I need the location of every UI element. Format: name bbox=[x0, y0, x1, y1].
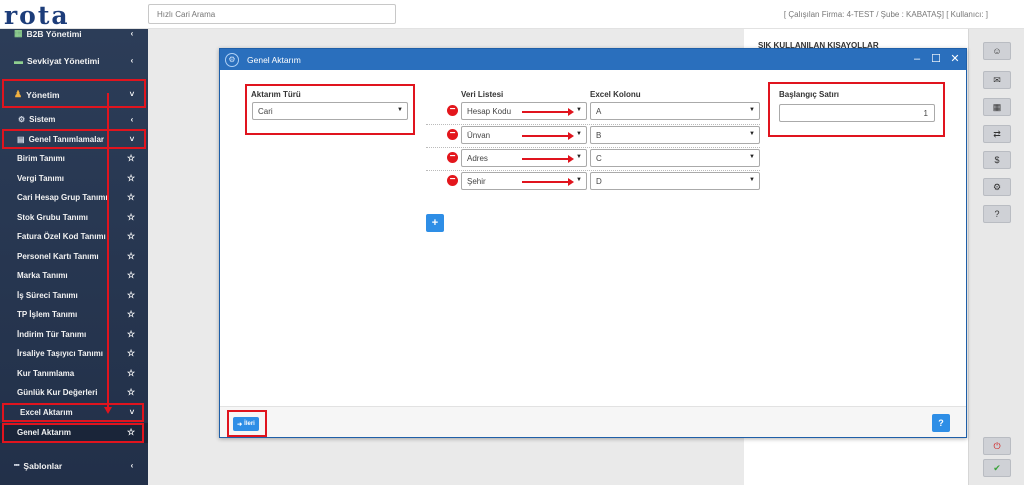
close-icon[interactable]: ✕ bbox=[948, 52, 962, 66]
minimize-icon[interactable]: – bbox=[910, 52, 924, 66]
gear-icon: ⚙ bbox=[18, 115, 26, 125]
excel-kolonu-select[interactable]: B ▼ bbox=[590, 126, 760, 144]
genel-aktarim-dialog: ⚙ Genel Aktarım – ☐ ✕ Aktarım Türü Cari … bbox=[219, 48, 967, 438]
sidebar: ▦ B2B Yönetimi ‹ ▬ Sevkiyat Yönetimi ‹ ♟… bbox=[0, 29, 148, 485]
star-icon[interactable]: ☆ bbox=[124, 192, 138, 203]
help-button[interactable]: ? bbox=[932, 414, 950, 432]
sidebar-item-sistem[interactable]: ⚙ Sistem ‹ bbox=[0, 110, 148, 130]
star-icon[interactable]: ☆ bbox=[124, 212, 138, 223]
sidebar-list-item[interactable]: TP İşlem Tanımı ☆ bbox=[0, 305, 148, 325]
check-icon[interactable]: ✔ bbox=[983, 459, 1011, 477]
sidebar-item-sevkiyat[interactable]: ▬ Sevkiyat Yönetimi ‹ bbox=[0, 51, 148, 71]
truck-icon: ▬ bbox=[14, 55, 23, 66]
highlight-excel-aktarim bbox=[2, 403, 144, 422]
chevron-left-icon: ‹ bbox=[130, 461, 134, 471]
caret-down-icon: ▼ bbox=[576, 154, 582, 160]
excel-kolonu-select[interactable]: D ▼ bbox=[590, 172, 760, 190]
dialog-header: ⚙ Genel Aktarım – ☐ ✕ bbox=[220, 49, 966, 70]
flow-arrow-line bbox=[107, 93, 109, 409]
remove-row-icon[interactable]: − bbox=[447, 105, 458, 116]
caret-down-icon: ▼ bbox=[749, 154, 755, 160]
sidebar-list-item[interactable]: Fatura Özel Kod Tanımı ☆ bbox=[0, 227, 148, 247]
caret-down-icon: ▼ bbox=[576, 131, 582, 137]
chevron-left-icon: ‹ bbox=[130, 29, 134, 39]
sidebar-list-item[interactable]: Günlük Kur Değerleri ☆ bbox=[0, 383, 148, 403]
sidebar-list-item[interactable]: İndirim Tür Tanımı ☆ bbox=[0, 325, 148, 345]
caret-down-icon: ▼ bbox=[749, 107, 755, 113]
highlight-baslangic-satiri bbox=[768, 82, 945, 137]
remove-row-icon[interactable]: − bbox=[447, 152, 458, 163]
excel-kolonu-label: Excel Kolonu bbox=[590, 90, 641, 99]
sidebar-list-item[interactable]: İrsaliye Taşıyıcı Tanımı ☆ bbox=[0, 344, 148, 364]
help-icon[interactable]: ? bbox=[983, 205, 1011, 223]
dollar-icon[interactable]: $ bbox=[983, 151, 1011, 169]
caret-down-icon: ▼ bbox=[749, 177, 755, 183]
b2b-icon: ▦ bbox=[14, 29, 23, 39]
sidebar-list-item[interactable]: Marka Tanımı ☆ bbox=[0, 266, 148, 286]
highlight-aktarim-turu bbox=[245, 84, 415, 135]
flow-arrow-head bbox=[104, 407, 112, 414]
templates-icon: ┅ bbox=[14, 460, 20, 471]
star-icon[interactable]: ☆ bbox=[124, 153, 138, 164]
calendar-icon[interactable]: ▦ bbox=[983, 98, 1011, 116]
add-mapping-button[interactable]: + bbox=[426, 214, 444, 232]
settings-icon[interactable]: ⚙ bbox=[983, 178, 1011, 196]
caret-down-icon: ▼ bbox=[749, 131, 755, 137]
excel-kolonu-select[interactable]: A ▼ bbox=[590, 102, 760, 120]
highlight-genel-aktarim bbox=[2, 423, 144, 443]
star-icon[interactable]: ☆ bbox=[124, 309, 138, 320]
sidebar-list-item[interactable]: Cari Hesap Grup Tanımı ☆ bbox=[0, 188, 148, 208]
mail-icon[interactable]: ✉ bbox=[983, 71, 1011, 89]
gear-icon: ⚙ bbox=[225, 52, 239, 67]
mapping-row: − Adres ▼ C ▼ bbox=[426, 147, 760, 168]
right-toolbar: ☺ ✉ ▦ ⇄ $ ⚙ ? ⏻ ✔ bbox=[968, 29, 1024, 485]
maximize-icon[interactable]: ☐ bbox=[929, 52, 943, 66]
star-icon[interactable]: ☆ bbox=[124, 368, 138, 379]
sidebar-item-sablonlar[interactable]: ┅ Şablonlar ‹ bbox=[0, 456, 148, 476]
star-icon[interactable]: ☆ bbox=[124, 290, 138, 301]
remove-row-icon[interactable]: − bbox=[447, 129, 458, 140]
sidebar-list-item[interactable]: Birim Tanımı ☆ bbox=[0, 149, 148, 169]
mapping-arrow bbox=[522, 155, 574, 163]
star-icon[interactable]: ☆ bbox=[124, 270, 138, 281]
star-icon[interactable]: ☆ bbox=[124, 329, 138, 340]
top-bar: rota [ Çalışılan Firma: 4-TEST / Şube : … bbox=[0, 0, 1024, 30]
chevron-left-icon: ‹ bbox=[130, 56, 134, 66]
sidebar-list-item[interactable]: Vergi Tanımı ☆ bbox=[0, 169, 148, 189]
power-icon[interactable]: ⏻ bbox=[983, 437, 1011, 455]
dialog-title: Genel Aktarım bbox=[247, 54, 301, 65]
dialog-footer: ➜ İleri ? bbox=[220, 406, 966, 437]
user-icon[interactable]: ☺ bbox=[983, 42, 1011, 60]
star-icon[interactable]: ☆ bbox=[124, 173, 138, 184]
highlight-genel-tanimlamalar bbox=[2, 129, 146, 149]
star-icon[interactable]: ☆ bbox=[124, 348, 138, 359]
excel-kolonu-select[interactable]: C ▼ bbox=[590, 149, 760, 167]
mapping-row: − Hesap Kodu ▼ A ▼ bbox=[426, 101, 760, 122]
sidebar-list-item[interactable]: Kur Tanımlama ☆ bbox=[0, 364, 148, 384]
cari-search-input[interactable] bbox=[148, 4, 396, 24]
highlight-yonetim bbox=[2, 79, 146, 108]
highlight-next-button bbox=[227, 410, 267, 437]
sidebar-list-item[interactable]: Stok Grubu Tanımı ☆ bbox=[0, 208, 148, 228]
caret-down-icon: ▼ bbox=[576, 177, 582, 183]
mapping-row: − Şehir ▼ D ▼ bbox=[426, 170, 760, 191]
caret-down-icon: ▼ bbox=[576, 107, 582, 113]
star-icon[interactable]: ☆ bbox=[124, 231, 138, 242]
mapping-arrow bbox=[522, 178, 574, 186]
mapping-row: − Ünvan ▼ B ▼ bbox=[426, 124, 760, 145]
star-icon[interactable]: ☆ bbox=[124, 251, 138, 262]
transfer-icon[interactable]: ⇄ bbox=[983, 125, 1011, 143]
chevron-left-icon: ‹ bbox=[130, 115, 134, 125]
veri-listesi-label: Veri Listesi bbox=[461, 90, 504, 99]
mapping-arrow bbox=[522, 108, 574, 116]
shortcut-title: SIK KULLANILAN KISAYOLLAR bbox=[758, 41, 879, 48]
rota-logo[interactable]: rota bbox=[4, 1, 70, 30]
star-icon[interactable]: ☆ bbox=[124, 387, 138, 398]
remove-row-icon[interactable]: − bbox=[447, 175, 458, 186]
company-info: [ Çalışılan Firma: 4-TEST / Şube : KABAT… bbox=[783, 10, 988, 19]
sidebar-item-b2b[interactable]: ▦ B2B Yönetimi ‹ bbox=[0, 29, 148, 44]
sidebar-list-item[interactable]: Personel Kartı Tanımı ☆ bbox=[0, 247, 148, 267]
sidebar-list-item[interactable]: İş Süreci Tanımı ☆ bbox=[0, 286, 148, 306]
mapping-arrow bbox=[522, 132, 574, 140]
